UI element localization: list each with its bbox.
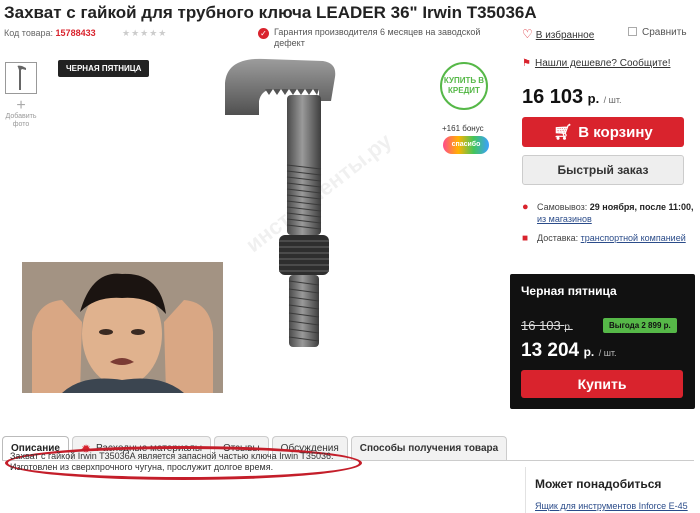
wrench-thumbnail-icon — [17, 65, 26, 90]
rating-stars[interactable]: ★★★★★ — [122, 28, 167, 39]
heart-icon: ♡ — [522, 27, 533, 41]
guarantee-text: Гарантия производителя 6 месяцев на заво… — [274, 27, 481, 48]
bonus-label: +161 бонус — [442, 124, 484, 133]
report-cheaper-label: Нашли дешевле? Сообщите! — [534, 58, 671, 69]
page-title: Захват с гайкой для трубного ключа LEADE… — [4, 3, 537, 22]
product-code: Код товара: 15788433 — [4, 28, 96, 38]
sale-price-currency: р. — [583, 345, 595, 359]
black-friday-badge: ЧЕРНАЯ ПЯТНИЦА — [58, 60, 150, 77]
add-to-cart-label: В корзину — [578, 123, 653, 141]
check-icon: ✓ — [258, 28, 269, 39]
pickup-label: Самовывоз: — [537, 202, 588, 212]
related-title: Может понадобиться — [535, 477, 662, 491]
old-price-value: 16 103 — [521, 318, 561, 333]
old-price: 16 103 р. — [521, 318, 573, 333]
add-photo-button[interactable]: + Добавить фото — [4, 97, 38, 129]
map-pin-icon: ● — [522, 201, 529, 213]
pickup-info: ● Самовывоз: 29 ноября, после 11:00, из … — [522, 201, 694, 225]
spasibo-logo: спасибо — [443, 136, 489, 154]
product-code-value: 15788433 — [55, 28, 96, 38]
add-photo-label: Добавить фото — [5, 113, 37, 128]
delivery-info: ■ Доставка: транспортной компанией — [522, 233, 694, 244]
price-currency: р. — [587, 91, 600, 106]
cart-icon: 🛒︎ — [553, 124, 573, 141]
guarantee-note: ✓ Гарантия производителя 6 месяцев на за… — [258, 27, 493, 49]
favorites-label: В избранное — [535, 30, 595, 41]
quick-order-button[interactable]: Быстрый заказ — [522, 155, 684, 185]
compare-checkbox[interactable] — [628, 27, 637, 36]
add-to-cart-button[interactable]: 🛒︎ В корзину — [522, 117, 684, 147]
compare-toggle[interactable]: Сравнить — [628, 27, 687, 38]
sale-price: 13 204 р. / шт. — [521, 340, 617, 362]
compare-label: Сравнить — [642, 27, 687, 38]
black-friday-offer: Черная пятница 16 103 р. Выгода 2 899 р.… — [510, 274, 695, 409]
product-description: Захват с гайкой Irwin T35036A является з… — [10, 451, 360, 473]
tab-delivery-options[interactable]: Способы получения товара — [350, 436, 508, 460]
related-product-link[interactable]: Ящик для инструментов Inforce E-45 — [535, 501, 688, 511]
credit-badge[interactable]: КУПИТЬ В КРЕДИТ — [440, 62, 488, 110]
old-price-currency: р. — [564, 322, 573, 333]
add-to-favorites-link[interactable]: ♡ В избранное — [522, 27, 594, 41]
delivery-label: Доставка: — [537, 233, 579, 243]
price: 16 103 р. / шт. — [522, 86, 622, 109]
product-thumbnail[interactable] — [5, 62, 37, 94]
pickup-date: 29 ноября, после 11:00, — [589, 202, 694, 212]
buy-button[interactable]: Купить — [521, 370, 683, 398]
description-line-1: Захват с гайкой Irwin T35036A является з… — [10, 451, 334, 461]
reaction-image — [22, 262, 223, 393]
price-unit: / шт. — [603, 95, 622, 105]
price-tag-icon: ⚑ — [522, 58, 531, 69]
saving-badge: Выгода 2 899 р. — [603, 318, 677, 333]
sale-price-unit: / шт. — [598, 348, 617, 358]
delivery-link[interactable]: транспортной компанией — [581, 233, 686, 243]
description-line-2: Изготовлен из сверхпрочного чугуна, прос… — [10, 462, 274, 472]
report-cheaper-link[interactable]: ⚑ Нашли дешевле? Сообщите! — [522, 58, 670, 69]
black-friday-title: Черная пятница — [521, 284, 617, 298]
plus-icon: + — [16, 97, 26, 114]
pickup-stores-link[interactable]: из магазинов — [537, 214, 592, 224]
truck-icon: ■ — [522, 233, 529, 244]
price-value: 16 103 — [522, 86, 584, 108]
sale-price-value: 13 204 — [521, 340, 580, 361]
product-code-label: Код товара: — [4, 28, 54, 38]
